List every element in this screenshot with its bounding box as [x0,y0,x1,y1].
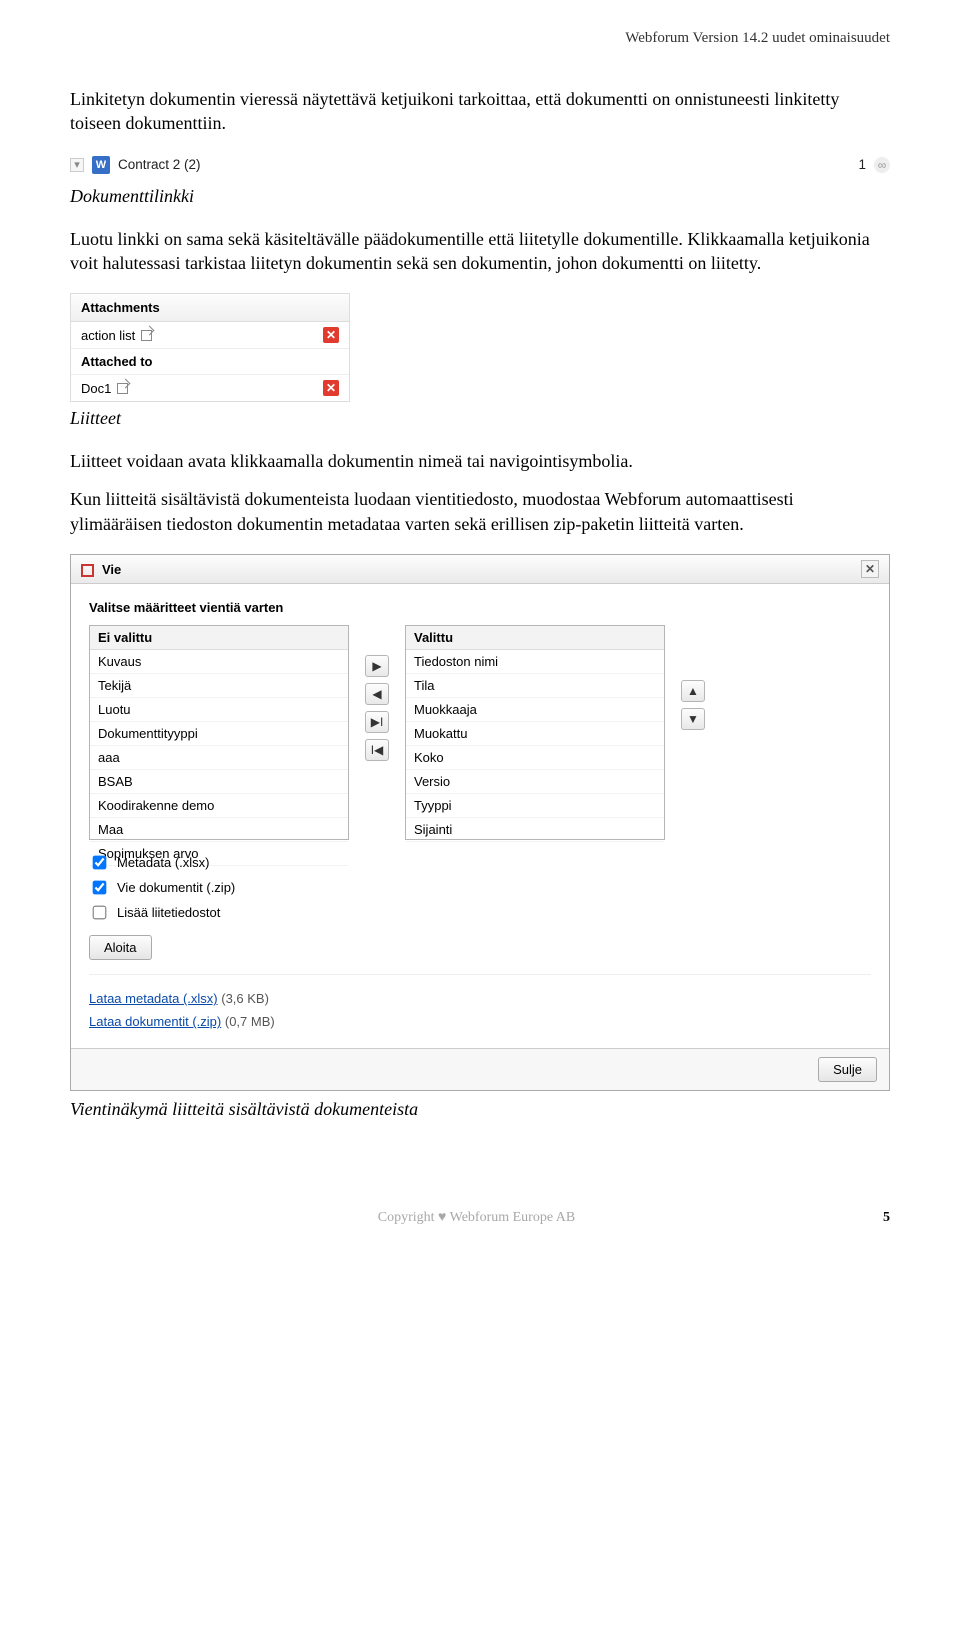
available-list-header: Ei valittu [90,626,348,650]
list-item[interactable]: Tila [406,674,664,698]
start-button[interactable]: Aloita [89,935,152,960]
paragraph-3: Liitteet voidaan avata klikkaamalla doku… [70,449,890,473]
selected-list-header: Valittu [406,626,664,650]
move-right-button[interactable]: ▶ [365,655,389,677]
list-item[interactable]: Dokumenttityyppi [90,722,348,746]
export-subheader: Valitse määritteet vientiä varten [89,600,871,615]
expand-icon[interactable]: ▾ [70,158,84,172]
move-up-button[interactable]: ▲ [681,680,705,702]
list-item[interactable]: aaa [90,746,348,770]
export-docs-label: Vie dokumentit (.zip) [117,880,235,895]
export-docs-checkbox[interactable] [93,881,107,895]
page-number: 5 [883,1210,890,1226]
metadata-label: Metadata (.xlsx) [117,855,209,870]
attachments-panel: Attachments action list ✕ Attached to Do… [70,293,350,402]
list-item[interactable]: Versio [406,770,664,794]
paragraph-2: Luotu linkki on sama sekä käsiteltävälle… [70,227,890,276]
paragraph-4: Kun liitteitä sisältävistä dokumenteista… [70,487,890,536]
documents-size: (0,7 MB) [225,1014,275,1029]
dialog-icon [81,564,94,577]
list-item[interactable]: Koodirakenne demo [90,794,348,818]
list-item[interactable]: Tyyppi [406,794,664,818]
add-attachments-label: Lisää liitetiedostot [117,905,220,920]
list-item[interactable]: Muokattu [406,722,664,746]
list-item[interactable]: Muokkaaja [406,698,664,722]
heart-icon: ♥ [438,1210,446,1225]
move-left-button[interactable]: ◀ [365,683,389,705]
document-row: ▾ W Contract 2 (2) 1 ∞ [70,150,890,180]
move-all-left-button[interactable]: I◀ [365,739,389,761]
download-documents-link[interactable]: Lataa dokumentit (.zip) [89,1014,221,1029]
attachment-name[interactable]: action list [81,328,135,343]
attachments-header: Attachments [71,294,349,322]
attached-to-row: Doc1 ✕ [71,375,349,401]
close-button[interactable]: Sulje [818,1057,877,1082]
available-attributes-list[interactable]: Ei valittu Kuvaus Tekijä Luotu Dokumentt… [89,625,349,840]
list-item[interactable]: Kuvaus [90,650,348,674]
attached-to-name[interactable]: Doc1 [81,381,111,396]
add-attachments-checkbox[interactable] [93,906,107,920]
chain-icon[interactable]: ∞ [874,157,890,173]
dialog-title: Vie [102,562,121,577]
export-dialog: Vie ✕ Valitse määritteet vientiä varten … [70,554,890,1091]
attached-to-header: Attached to [71,349,349,375]
metadata-checkbox[interactable] [93,856,107,870]
link-count: 1 [858,157,866,172]
list-item[interactable]: Tekijä [90,674,348,698]
list-item[interactable]: Tiedoston nimi [406,650,664,674]
move-all-right-button[interactable]: ▶I [365,711,389,733]
metadata-size: (3,6 KB) [221,991,269,1006]
open-external-icon[interactable] [117,383,128,394]
attachment-row: action list ✕ [71,322,349,349]
list-item[interactable]: Sijainti [406,818,664,842]
delete-attachment-icon[interactable]: ✕ [323,380,339,396]
list-item[interactable]: Luotu [90,698,348,722]
list-item[interactable]: Maa [90,818,348,842]
delete-attachment-icon[interactable]: ✕ [323,327,339,343]
page-footer: Copyright ♥ Webforum Europe AB 5 [70,1210,890,1226]
move-down-button[interactable]: ▼ [681,708,705,730]
document-name[interactable]: Contract 2 (2) [118,157,201,172]
list-item[interactable]: Koko [406,746,664,770]
close-icon[interactable]: ✕ [861,560,879,578]
caption-attachments: Liitteet [70,408,890,429]
caption-export: Vientinäkymä liitteitä sisältävistä doku… [70,1099,890,1120]
paragraph-1: Linkitetyn dokumentin vieressä näytettäv… [70,87,890,136]
word-doc-icon: W [92,156,110,174]
open-external-icon[interactable] [141,330,152,341]
caption-doclink: Dokumenttilinkki [70,186,890,207]
selected-attributes-list[interactable]: Valittu Tiedoston nimi Tila Muokkaaja Mu… [405,625,665,840]
download-metadata-link[interactable]: Lataa metadata (.xlsx) [89,991,218,1006]
list-item[interactable]: BSAB [90,770,348,794]
page-header: Webforum Version 14.2 uudet ominaisuudet [70,30,890,47]
